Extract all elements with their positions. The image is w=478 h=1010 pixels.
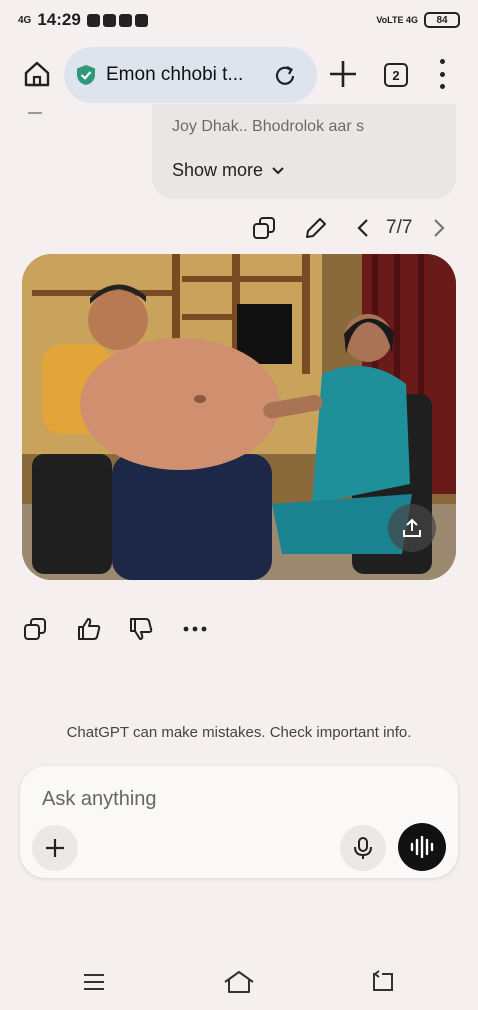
facebook-icon: [118, 13, 132, 27]
browser-toolbar: Emon chhobi t... 2: [0, 44, 478, 104]
notification-icon: [86, 13, 100, 27]
share-image-button[interactable]: [388, 504, 436, 552]
thumbs-up-icon[interactable]: [76, 616, 102, 642]
dictation-button[interactable]: [340, 825, 386, 871]
microphone-icon: [354, 837, 372, 859]
thumbs-down-icon[interactable]: [128, 616, 154, 642]
overflow-menu-icon[interactable]: [434, 59, 450, 89]
version-indicator: 7/7: [386, 217, 413, 238]
disclaimer-text: ChatGPT can make mistakes. Check importa…: [66, 724, 412, 741]
more-options-icon[interactable]: [182, 616, 208, 642]
shield-check-icon: [77, 65, 95, 85]
nav-home-icon[interactable]: [222, 968, 256, 996]
generated-image[interactable]: [22, 254, 456, 580]
message-edit-row: 7/7: [0, 212, 478, 246]
voice-mode-button[interactable]: [398, 823, 446, 871]
recent-apps-icon[interactable]: [82, 972, 106, 992]
nav-back-icon[interactable]: [370, 970, 396, 994]
url-title: Emon chhobi t...: [106, 64, 244, 85]
response-actions: [22, 616, 222, 646]
copy-response-icon[interactable]: [22, 616, 48, 642]
voice-waveform-icon: [410, 836, 434, 858]
system-nav-bar: [0, 960, 478, 1004]
chevron-down-icon: [272, 166, 284, 174]
tab-switcher-button[interactable]: 2: [384, 63, 408, 87]
message-text: Joy Dhak.. Bhodrolok aar s: [172, 118, 365, 135]
network-indicator: 4G: [18, 14, 32, 26]
plus-icon: [46, 839, 64, 857]
youtube-icon: [102, 13, 116, 27]
show-more-button[interactable]: Show more: [172, 160, 285, 181]
new-tab-icon[interactable]: [327, 58, 359, 90]
chevron-right-icon[interactable]: [430, 217, 448, 239]
home-icon[interactable]: [22, 59, 52, 89]
message-input[interactable]: [42, 784, 422, 814]
chevron-left-icon[interactable]: [354, 217, 372, 239]
edit-pencil-icon[interactable]: [304, 216, 328, 240]
battery-icon: 84: [424, 12, 460, 28]
volte-indicator: VoLTE 4G: [376, 14, 418, 25]
attach-button[interactable]: [32, 825, 78, 871]
status-time: 14:29: [37, 10, 81, 29]
message-composer: [20, 766, 458, 878]
copy-icon[interactable]: [252, 216, 276, 240]
reload-icon[interactable]: [273, 64, 297, 88]
user-message-bubble: Joy Dhak.. Bhodrolok aar s Show more: [152, 104, 456, 199]
scrolled-content-fragment: [28, 104, 148, 118]
status-bar: 4G 14:29 VoLTE 4G 84: [0, 0, 478, 40]
show-more-label: Show more: [172, 160, 264, 180]
share-upload-icon: [403, 518, 421, 537]
screen: 4G 14:29 VoLTE 4G 84 Emon chhobi t... 2 …: [0, 0, 478, 1010]
url-bar[interactable]: Emon chhobi t...: [64, 47, 317, 103]
app-icon: [134, 13, 148, 27]
